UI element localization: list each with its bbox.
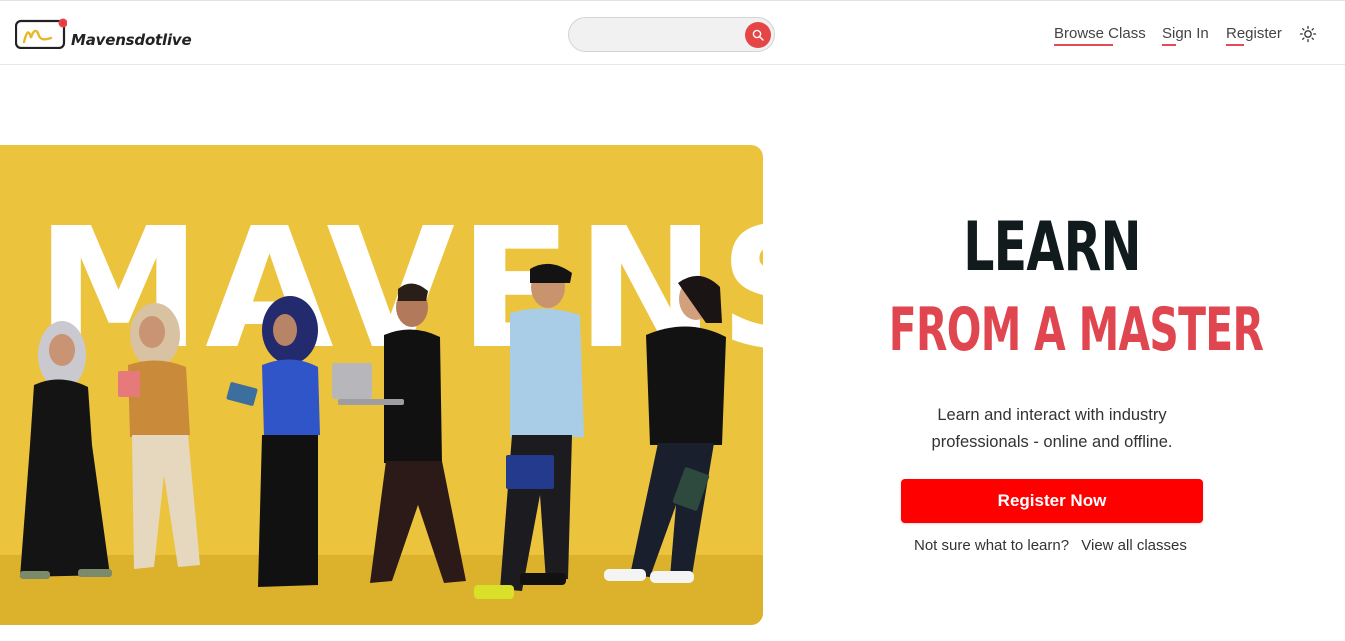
- brand-name: Mavensdotlive: [71, 30, 192, 49]
- sun-icon[interactable]: [1299, 25, 1317, 43]
- view-all-classes-link[interactable]: View all classes: [1081, 537, 1187, 554]
- person-4: [332, 283, 466, 583]
- search-button[interactable]: [745, 22, 771, 48]
- nav-browse-class-label: Browse Class: [1054, 25, 1146, 42]
- person-3: [226, 296, 320, 587]
- register-now-button[interactable]: Register Now: [901, 479, 1203, 523]
- top-navbar: Mavensdotlive Browse Class Sign In Regis…: [0, 0, 1345, 65]
- person-1: [20, 321, 112, 579]
- search-bar: [568, 17, 775, 52]
- nav-register[interactable]: Register: [1226, 25, 1282, 46]
- nav-underline: [1054, 44, 1113, 46]
- nav-underline: [1226, 44, 1244, 46]
- hero-subtitle: Learn and interact with industry profess…: [931, 406, 1173, 451]
- person-2: [118, 303, 200, 569]
- nav-register-label: Register: [1226, 25, 1282, 42]
- nav-sign-in[interactable]: Sign In: [1162, 25, 1209, 46]
- hero-image: MAVENS: [0, 145, 763, 625]
- person-6: [604, 275, 726, 583]
- search-input[interactable]: [581, 25, 741, 45]
- person-5: [474, 263, 584, 599]
- helper-question: Not sure what to learn?: [914, 537, 1070, 554]
- logo-icon: [15, 18, 67, 49]
- headline-learn: LEARN: [963, 208, 1141, 287]
- nav-browse-class[interactable]: Browse Class: [1054, 25, 1146, 46]
- nav-sign-in-label: Sign In: [1162, 25, 1209, 42]
- brand-logo[interactable]: Mavensdotlive: [15, 18, 192, 49]
- nav-underline: [1162, 44, 1176, 46]
- helper-text: Not sure what to learn? View all classes: [914, 537, 1187, 554]
- people-illustration: [20, 263, 726, 599]
- search-icon: [752, 29, 764, 41]
- headline-from-a-master: FROM A MASTER: [888, 295, 1264, 365]
